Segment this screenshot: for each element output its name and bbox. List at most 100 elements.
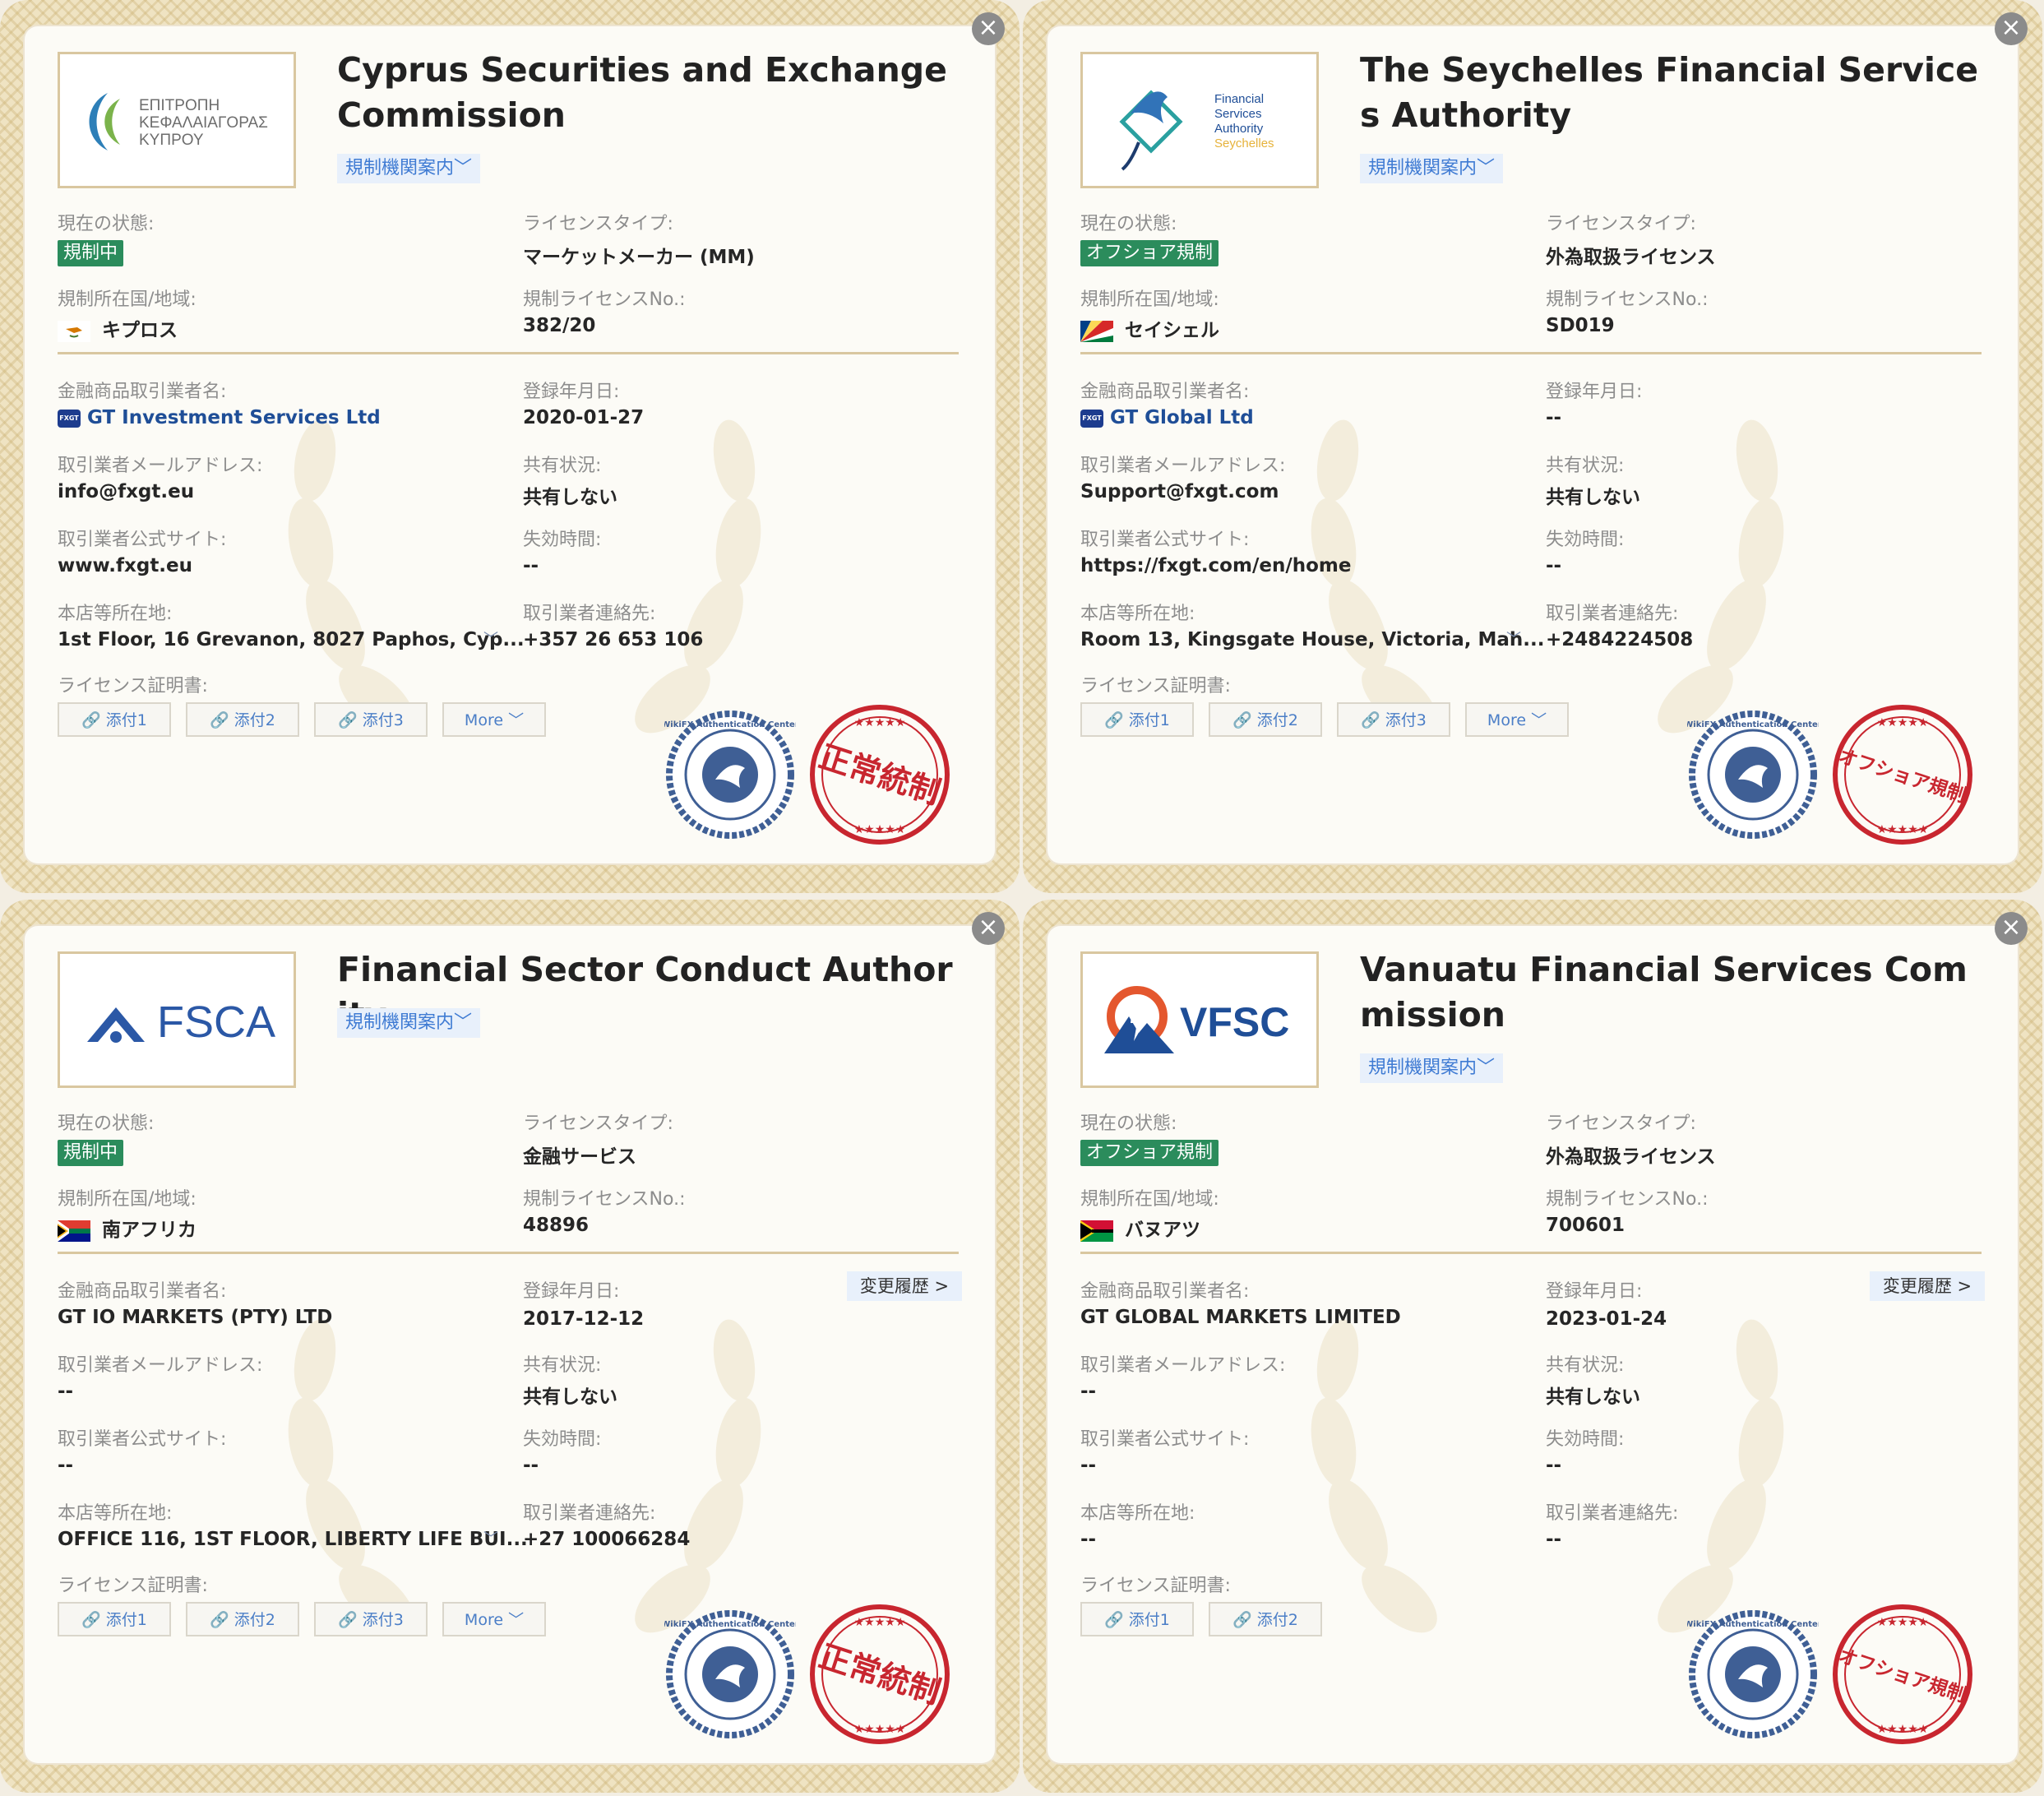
share-value: 共有しない xyxy=(1546,1386,1640,1408)
regulator-guide-dropdown[interactable]: 規制機関案内﹀ xyxy=(1360,1053,1504,1083)
license-card-cysec: ΕΠΙΤΡΟΠΗ ΚΕΦΑΛΑΙΑΓΟΡΑΣ ΚΥΠΡΟΥ Cyprus Sec… xyxy=(0,0,1020,893)
fsca-chevron-icon xyxy=(87,1007,145,1043)
attachment-label: 添付3 xyxy=(362,711,404,729)
status-badge: 規制中 xyxy=(58,1140,124,1166)
site-label: 取引業者公式サイト: xyxy=(58,1429,227,1450)
status-badge: オフショア規制 xyxy=(1080,240,1219,266)
more-label: More xyxy=(464,1611,504,1629)
reg-date-value: 2017-12-12 xyxy=(523,1308,645,1330)
status-label: 現在の状態: xyxy=(1080,214,1177,234)
license-type-label: ライセンスタイプ: xyxy=(1546,1113,1696,1134)
share-value: 共有しない xyxy=(1546,487,1640,508)
license-no-label: 規制ライセンスNo.: xyxy=(523,289,686,310)
seal-text: WikiFX Authentication Center xyxy=(664,720,796,729)
email-label: 取引業者メールアドレス: xyxy=(58,1355,263,1376)
attachment-label: 添付3 xyxy=(362,1611,404,1629)
license-type-value: 金融サービス xyxy=(523,1146,636,1168)
more-attachments-button[interactable]: More ﹀ xyxy=(442,1602,546,1636)
email-label: 取引業者メールアドレス: xyxy=(58,456,263,476)
region-label: 規制所在国/地域: xyxy=(58,1189,197,1210)
status-label: 現在の状態: xyxy=(58,214,155,234)
regulator-logo: Financial Services Authority Seychelles xyxy=(1080,52,1319,188)
broker-name: GT Investment Services Ltd xyxy=(87,407,381,428)
close-icon[interactable]: × xyxy=(1995,912,2028,945)
close-icon[interactable]: × xyxy=(972,912,1005,945)
close-icon[interactable]: × xyxy=(1995,12,2028,45)
attachment-button[interactable]: 🔗 添付2 xyxy=(186,1602,299,1636)
share-label: 共有状況: xyxy=(523,456,602,476)
attachment-label: 添付1 xyxy=(105,711,147,729)
attachment-button[interactable]: 🔗 添付1 xyxy=(58,702,171,737)
attachment-button[interactable]: 🔗 添付3 xyxy=(1337,702,1450,737)
attachment-button[interactable]: 🔗 添付2 xyxy=(186,702,299,737)
broker-link[interactable]: FXGT GT Investment Services Ltd xyxy=(58,407,381,428)
license-card-fsa-seychelles: Financial Services Authority Seychelles … xyxy=(1023,0,2042,893)
email-value: Support@fxgt.com xyxy=(1080,481,1279,502)
regulation-stamp-icon: ★★★★★ ★★★★★ 正常統制 xyxy=(810,1604,950,1744)
fxgt-logo-icon: FXGT xyxy=(1080,409,1103,428)
license-no-value: 382/20 xyxy=(523,315,596,336)
section-divider xyxy=(1080,352,1982,354)
attachment-button[interactable]: 🔗 添付2 xyxy=(1209,1602,1322,1636)
site-value: https://fxgt.com/en/home xyxy=(1080,555,1352,576)
address-expand-chevron-icon[interactable]: ﹀ xyxy=(483,627,498,649)
contact-label: 取引業者連絡先: xyxy=(1546,1503,1679,1524)
attachment-button[interactable]: 🔗 添付1 xyxy=(1080,702,1194,737)
close-icon[interactable]: × xyxy=(972,12,1005,45)
attachment-button[interactable]: 🔗 添付2 xyxy=(1209,702,1322,737)
attachment-button[interactable]: 🔗 添付1 xyxy=(58,1602,171,1636)
attachment-button[interactable]: 🔗 添付3 xyxy=(314,702,428,737)
address-value: -- xyxy=(1080,1529,1097,1550)
svg-text:★★★★★: ★★★★★ xyxy=(854,1616,906,1629)
reg-date-label: 登録年月日: xyxy=(1546,382,1643,402)
attachment-button[interactable]: 🔗 添付3 xyxy=(314,1602,428,1636)
regulator-guide-dropdown[interactable]: 規制機関案内﹀ xyxy=(337,154,481,183)
certificate-label: ライセンス証明書: xyxy=(58,676,208,697)
svg-text:★★★★★: ★★★★★ xyxy=(854,823,906,836)
regulator-name: Vanuatu Financial Services Commission xyxy=(1360,950,1968,1035)
address-expand-chevron-icon[interactable]: ﹀ xyxy=(1506,627,1521,649)
regulator-guide-dropdown[interactable]: 規制機関案内﹀ xyxy=(337,1008,481,1038)
regulation-stamp-icon: ★★★★★ ★★★★★ オフショア規制 xyxy=(1833,1604,1972,1744)
address-label: 本店等所在地: xyxy=(58,604,173,624)
region-text: キプロス xyxy=(102,320,178,341)
more-attachments-button[interactable]: More ﹀ xyxy=(442,702,546,737)
share-label: 共有状況: xyxy=(523,1355,602,1376)
more-attachments-button[interactable]: More ﹀ xyxy=(1465,702,1569,737)
broker-label: 金融商品取引業者名: xyxy=(1080,382,1250,402)
address-expand-chevron-icon[interactable]: ﹀ xyxy=(483,1527,498,1548)
region-value: キプロス xyxy=(58,314,178,342)
card-body: Financial Services Authority Seychelles … xyxy=(1046,25,2019,865)
certificate-label: ライセンス証明書: xyxy=(1080,676,1231,697)
site-value: www.fxgt.eu xyxy=(58,555,193,576)
broker-link[interactable]: FXGT GT Global Ltd xyxy=(1080,407,1254,428)
email-value: -- xyxy=(58,1381,74,1402)
address-value: OFFICE 116, 1ST FLOOR, LIBERTY LIFE BUI.… xyxy=(58,1529,528,1550)
contact-label: 取引業者連絡先: xyxy=(523,1503,656,1524)
change-history-button[interactable]: 変更履歴 > xyxy=(847,1271,962,1301)
attachment-button[interactable]: 🔗 添付1 xyxy=(1080,1602,1194,1636)
license-no-value: SD019 xyxy=(1546,315,1615,336)
site-label: 取引業者公式サイト: xyxy=(58,530,227,550)
reg-date-value: 2020-01-27 xyxy=(523,407,645,428)
expiry-value: -- xyxy=(1546,555,1562,576)
logo-line-2: Services xyxy=(1214,107,1262,121)
license-no-value: 48896 xyxy=(523,1215,590,1236)
regulator-name: The Seychelles Financial Services Author… xyxy=(1360,50,1979,135)
license-no-label: 規制ライセンスNo.: xyxy=(1546,1189,1709,1210)
vanuatu-flag-icon xyxy=(1080,1220,1113,1242)
region-text: バヌアツ xyxy=(1125,1220,1200,1241)
seal-text: WikiFX Authentication Center xyxy=(1687,720,1819,729)
contact-value: -- xyxy=(1546,1529,1562,1550)
expiry-value: -- xyxy=(523,1455,539,1476)
wikifx-authentication-seal-icon: WikiFX Authentication Center xyxy=(1687,1610,1819,1738)
region-value: セイシェル xyxy=(1080,314,1219,342)
address-value: Room 13, Kingsgate House, Victoria, Mah.… xyxy=(1080,629,1545,650)
certificate-label: ライセンス証明書: xyxy=(58,1576,208,1596)
broker-label: 金融商品取引業者名: xyxy=(1080,1281,1250,1302)
stamp-text: 正常統制 xyxy=(815,1638,945,1711)
license-type-value: 外為取扱ライセンス xyxy=(1546,247,1716,268)
regulator-guide-dropdown[interactable]: 規制機関案内﹀ xyxy=(1360,154,1504,183)
broker-label: 金融商品取引業者名: xyxy=(58,382,227,402)
change-history-button[interactable]: 変更履歴 > xyxy=(1870,1271,1985,1301)
